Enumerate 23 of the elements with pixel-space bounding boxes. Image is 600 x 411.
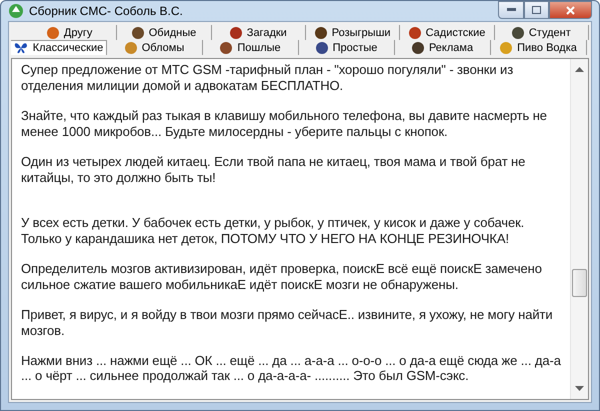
minimize-button[interactable]: [498, 1, 524, 19]
close-button[interactable]: [549, 1, 592, 19]
maximize-icon: [532, 6, 541, 14]
scroll-down-icon[interactable]: [575, 386, 584, 392]
minimize-icon: [506, 8, 516, 12]
tab[interactable]: Студент: [494, 25, 589, 40]
message-text: Определитель мозгов активизирован, идёт проверка, поискЕ всё ещё поискЕ замечено сильное сжатие вашего мобильникаЕ идёт поискЕ мозги не обнаружены.: [21, 261, 543, 292]
scrollbar[interactable]: [570, 59, 588, 399]
message-text: Привет, я вирус, и я войду в твои мозги прямо сейчасЕ.. извините, я ухожу, не могу найти мозгов.: [21, 307, 554, 338]
message-text: Супер предложение от МТС GSM -тарифный план - "хорошо погуляли" - звонки из отделения милиции домой и адвокатам БЕСПЛАТНО.: [21, 62, 514, 94]
message-text: Нажми вниз ... нажми ещё ... ОК ... ещё ... да ... а-а-а ... о-о-о ... о да-а ещё сюда же ... да-а ... о чёрт ... сильнее продолжай так ... о да-а-а-а- .......... Это был GSM-сэкс.: [21, 353, 562, 384]
tab[interactable]: Классические: [11, 40, 107, 56]
scroll-up-icon[interactable]: [575, 66, 584, 72]
window-title: Сборник СМС- Соболь В.С.: [29, 4, 184, 18]
maximize-button[interactable]: [524, 1, 549, 19]
recycle-icon: [8, 3, 24, 20]
message-text: У всех есть детки. У бабочек есть детки, у рыбок, у птичек, у кисок и даже у собачек. Только у карандашика нет деток, ПОТОМУ ЧТО У НЕГО НА КОНЦЕ РЕЗИНОЧКА!: [21, 215, 526, 246]
tab[interactable]: Другу: [23, 25, 118, 40]
message-text: Знайте, что каждый раз тыкая в клавишу мобильного телефона, вы давите насмерть не менее 1000 микробов... Будьте милосердны - уберите пальцы с кнопок.: [21, 108, 548, 139]
tab[interactable]: Загадки: [212, 25, 306, 40]
scroll-thumb[interactable]: [572, 269, 587, 298]
close-icon: [566, 6, 575, 14]
message-text: Один из четырех людей китаец. Если твой папа не китаец, твоя мама и твой брат не китайцы, то это должно быть ты!: [21, 154, 526, 185]
